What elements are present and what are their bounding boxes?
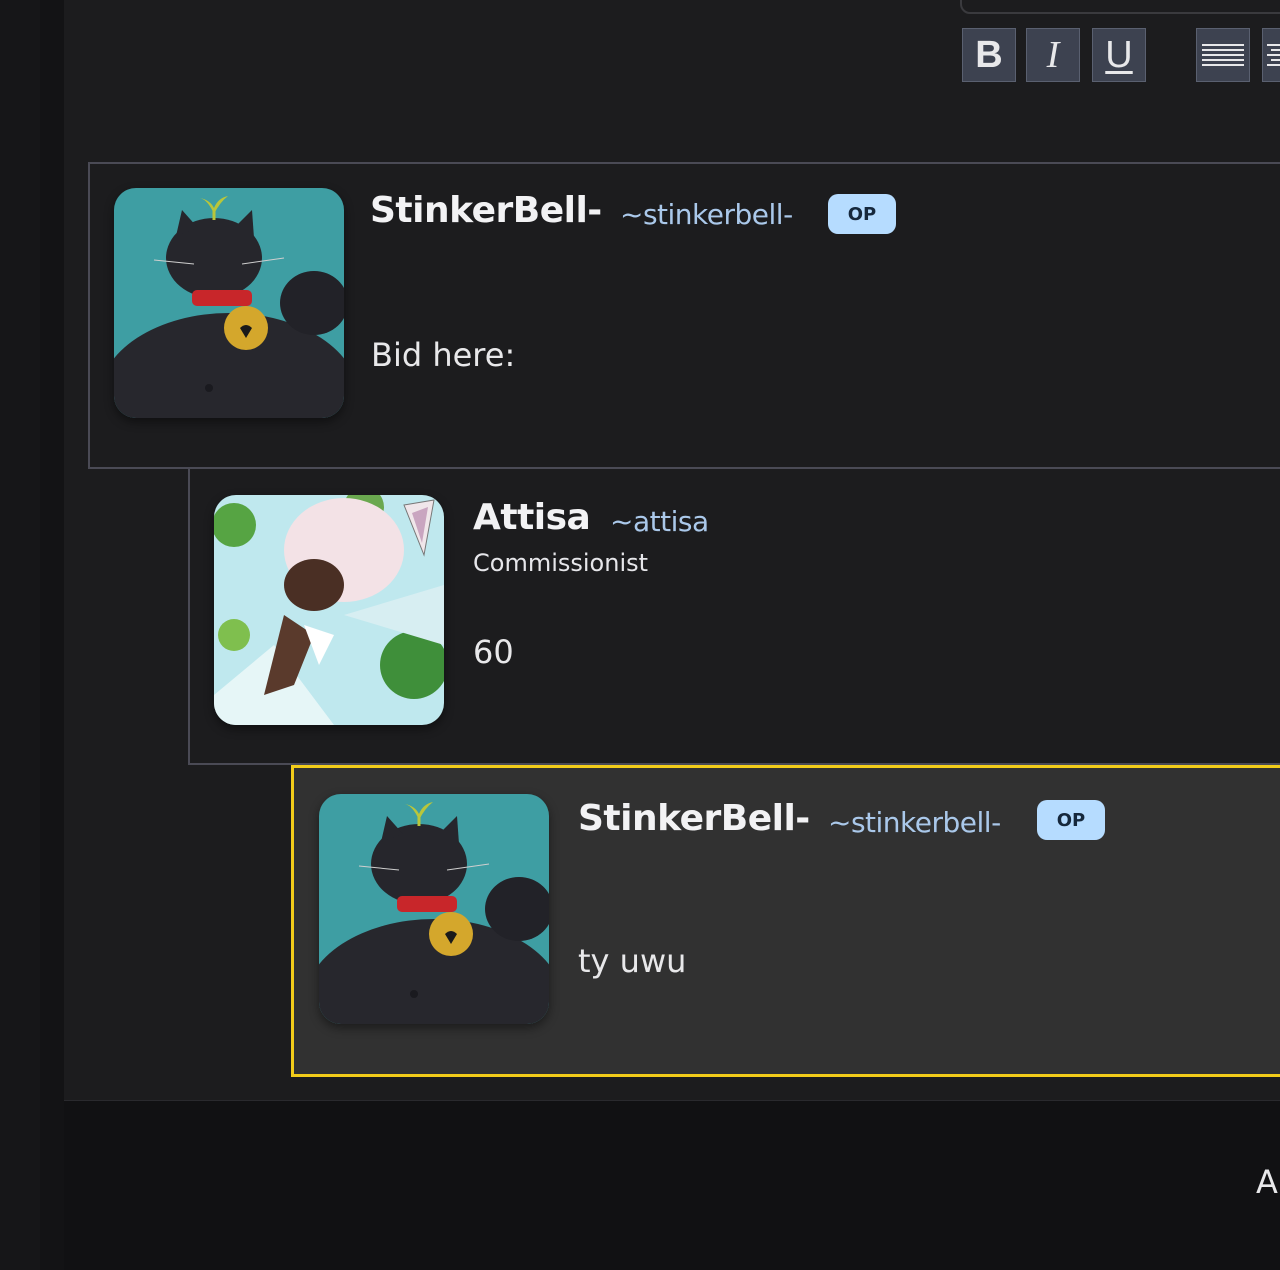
align-center-button[interactable]: [1262, 28, 1280, 82]
username[interactable]: StinkerBell-: [370, 190, 602, 231]
username[interactable]: StinkerBell-: [578, 798, 810, 839]
comment: Attisa ~attisa Commissionist 60: [188, 467, 1280, 765]
left-sidebar: [0, 0, 64, 1270]
page: B I U StinkerBell- ~stinkerbell- OP Bid …: [0, 0, 1280, 1270]
op-badge: OP: [828, 194, 896, 234]
bold-button[interactable]: B: [962, 28, 1016, 82]
italic-label: I: [1046, 34, 1060, 76]
avatar[interactable]: [319, 794, 549, 1024]
align-center-icon: [1267, 44, 1280, 66]
sidebar-edge: [40, 0, 64, 1270]
comment-editor-box[interactable]: [960, 0, 1280, 14]
comment-body: ty uwu: [578, 942, 687, 980]
avatar[interactable]: [214, 495, 444, 725]
user-title: Commissionist: [473, 549, 649, 577]
align-left-button[interactable]: [1196, 28, 1250, 82]
highlighted-comment: StinkerBell- ~stinkerbell- OP ty uwu: [291, 765, 1280, 1077]
underline-button[interactable]: U: [1092, 28, 1146, 82]
page-footer: A: [64, 1100, 1280, 1270]
user-handle[interactable]: ~attisa: [610, 505, 709, 538]
align-left-icon: [1202, 44, 1244, 66]
avatar[interactable]: [114, 188, 344, 418]
character-avatar-image: [214, 495, 444, 725]
comment-body: Bid here:: [371, 336, 516, 374]
username[interactable]: Attisa: [473, 497, 591, 538]
footer-text[interactable]: A: [1256, 1163, 1278, 1201]
cat-avatar-image: [319, 794, 549, 1024]
op-badge: OP: [1037, 800, 1105, 840]
comment-body: 60: [473, 633, 514, 671]
user-handle[interactable]: ~stinkerbell-: [828, 806, 1001, 839]
italic-button[interactable]: I: [1026, 28, 1080, 82]
formatting-toolbar: B I U: [0, 28, 1280, 84]
comment: StinkerBell- ~stinkerbell- OP Bid here:: [88, 162, 1280, 469]
user-handle[interactable]: ~stinkerbell-: [620, 198, 793, 231]
bold-label: B: [975, 33, 1003, 76]
cat-avatar-image: [114, 188, 344, 418]
underline-label: U: [1105, 33, 1133, 76]
